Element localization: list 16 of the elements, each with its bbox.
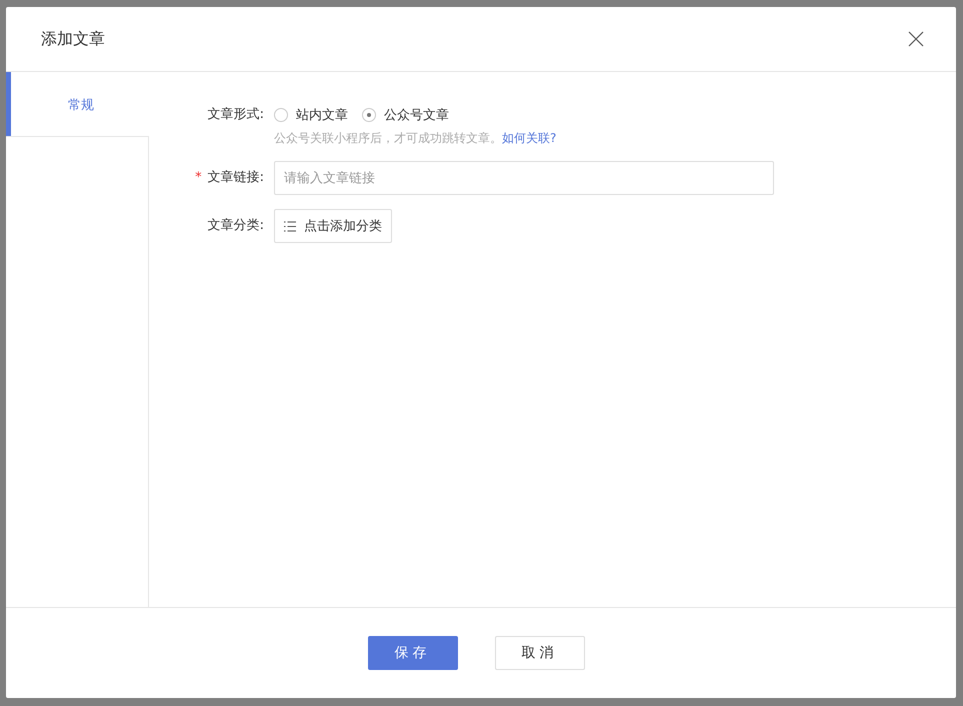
field-label: 文章分类: [208,218,264,233]
dialog-title: 添加文章 [41,28,105,50]
help-link[interactable]: 如何关联? [502,131,556,145]
hint-text: 公众号关联小程序后，才可成功跳转文章。 [274,131,502,145]
cancel-button[interactable]: 取消 [494,636,584,670]
field-label: 文章形式: [208,107,264,122]
close-icon[interactable] [908,31,924,47]
add-category-button[interactable]: 点击添加分类 [274,209,392,243]
sidebar-tab[interactable]: 常规 [6,72,149,136]
field-label: 文章链接: [208,170,264,185]
save-button[interactable]: 保存 [368,636,458,670]
required-mark: * [195,170,202,185]
list-icon [284,220,296,232]
radio-option[interactable]: 公众号文章 [362,106,449,124]
link-input[interactable]: 请输入文章链接 [274,161,774,195]
radio-option[interactable]: 站内文章 [274,106,348,124]
